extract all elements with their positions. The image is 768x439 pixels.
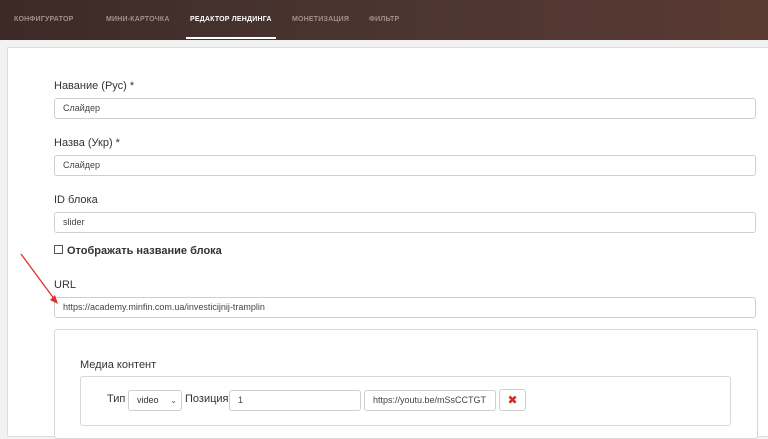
media-content-title: Медиа контент xyxy=(80,359,157,371)
media-type-select[interactable]: video ⌄ xyxy=(128,390,182,411)
media-position-label: Позиция xyxy=(185,393,229,405)
chevron-down-icon: ⌄ xyxy=(170,396,177,405)
media-type-value: video xyxy=(137,395,159,405)
media-type-label: Тип xyxy=(107,393,126,405)
media-link-input[interactable]: https://youtu.be/mSsCCTGT xyxy=(364,390,496,411)
close-icon: ✖ xyxy=(507,393,518,407)
delete-media-button[interactable]: ✖ xyxy=(499,389,526,411)
media-position-input[interactable]: 1 xyxy=(229,390,361,411)
